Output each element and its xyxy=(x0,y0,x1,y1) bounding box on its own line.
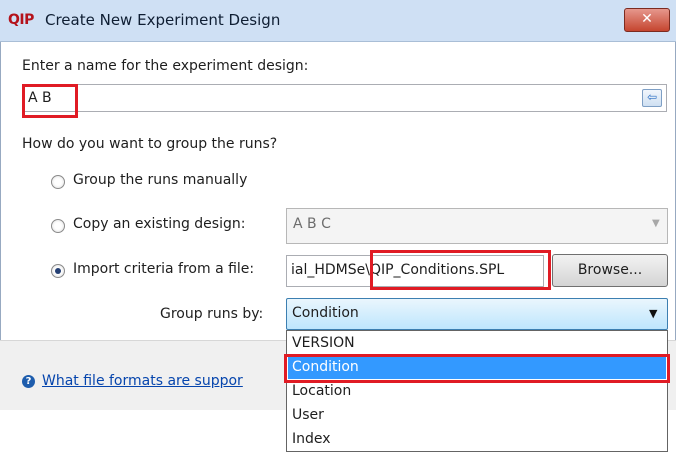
highlight-name-value xyxy=(22,84,78,118)
arrow-left-icon[interactable]: ⇦ xyxy=(642,89,662,107)
group-by-label: Group runs by: xyxy=(160,306,264,322)
dropdown-option-index[interactable]: Index xyxy=(288,427,666,451)
file-formats-help-link[interactable]: What file formats are suppor xyxy=(42,373,243,389)
group-by-value: Condition xyxy=(292,305,359,321)
app-logo: QIP xyxy=(8,12,34,28)
dropdown-option-user[interactable]: User xyxy=(288,403,666,427)
group-prompt: How do you want to group the runs? xyxy=(22,136,278,152)
option-label-import: Import criteria from a file: xyxy=(73,261,255,277)
highlight-condition-option xyxy=(284,354,670,383)
copy-design-combo xyxy=(286,208,668,244)
window-title: Create New Experiment Design xyxy=(45,11,281,29)
highlight-file-name xyxy=(370,250,551,290)
group-by-dropdown-list: VERSION Condition Location User Index xyxy=(286,330,668,452)
radio-group-manually[interactable] xyxy=(51,175,65,189)
browse-button[interactable]: Browse... xyxy=(552,254,668,287)
copy-design-value: A B C xyxy=(293,216,331,232)
design-name-field[interactable] xyxy=(22,84,667,112)
chevron-down-icon: ▼ xyxy=(652,218,660,229)
radio-import-criteria[interactable] xyxy=(51,264,65,278)
chevron-down-icon[interactable]: ▼ xyxy=(649,307,657,320)
option-label-manually: Group the runs manually xyxy=(73,172,248,188)
name-prompt: Enter a name for the experiment design: xyxy=(22,58,309,74)
help-icon: ? xyxy=(22,375,35,388)
option-label-copy: Copy an existing design: xyxy=(73,216,246,232)
radio-copy-design[interactable] xyxy=(51,219,65,233)
dropdown-option-version[interactable]: VERSION xyxy=(288,331,666,355)
close-button[interactable]: ✕ xyxy=(624,8,670,32)
